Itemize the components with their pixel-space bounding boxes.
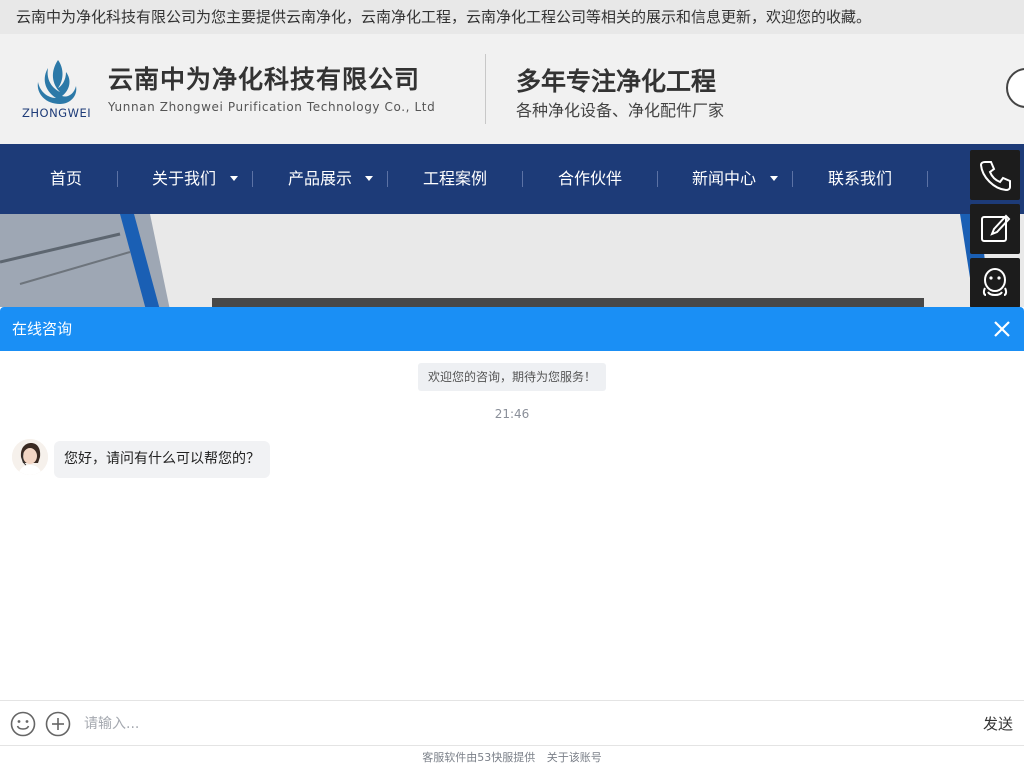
top-notice-bar: 云南中为净化科技有限公司为您主要提供云南净化，云南净化工程，云南净化工程公司等相… <box>0 0 1024 34</box>
welcome-notice: 欢迎您的咨询，期待为您服务！ <box>418 363 606 391</box>
close-icon[interactable] <box>990 317 1014 341</box>
attach-plus-icon[interactable] <box>45 711 71 737</box>
chevron-down-icon[interactable] <box>230 176 238 181</box>
send-button[interactable]: 发送 <box>976 709 1020 739</box>
provider-link[interactable]: 客服软件由53快服提供 <box>422 751 535 764</box>
nav-item-partners[interactable]: 合作伙伴 <box>558 144 622 214</box>
company-name-cn: 云南中为净化科技有限公司 <box>108 65 421 94</box>
header-divider <box>485 54 486 124</box>
chat-title: 在线咨询 <box>12 320 73 338</box>
float-qq-button[interactable] <box>970 258 1020 308</box>
chat-input-bar: 发送 <box>0 700 1024 746</box>
edit-icon <box>981 214 1011 242</box>
qq-icon <box>982 268 1008 296</box>
agent-message-bubble: 您好，请问有什么可以帮您的？ <box>54 441 270 478</box>
nav-divider <box>117 171 118 187</box>
header-qq-icon[interactable] <box>1006 68 1024 108</box>
main-nav: 首页 关于我们 产品展示 工程案例 合作伙伴 新闻中心 联系我们 <box>0 144 1024 214</box>
message-input[interactable] <box>84 709 944 739</box>
chat-header: 在线咨询 <box>0 307 1024 351</box>
company-name-en: Yunnan Zhongwei Purification Technology … <box>108 100 436 114</box>
logo-abbreviation: ZHONGWEI <box>22 106 92 120</box>
site-header: ZHONGWEI 云南中为净化科技有限公司 Yunnan Zhongwei Pu… <box>0 34 1024 144</box>
nav-divider <box>792 171 793 187</box>
phone-icon <box>979 161 1011 192</box>
chat-window: 在线咨询 欢迎您的咨询，期待为您服务！ 21:46 您好，请问有什么可以帮您的？ <box>0 307 1024 768</box>
header-slogan-sub: 各种净化设备、净化配件厂家 <box>516 101 725 120</box>
nav-item-about[interactable]: 关于我们 <box>152 144 216 214</box>
nav-divider <box>252 171 253 187</box>
chevron-down-icon[interactable] <box>365 176 373 181</box>
nav-item-home[interactable]: 首页 <box>50 144 82 214</box>
nav-item-products[interactable]: 产品展示 <box>288 144 352 214</box>
float-message-button[interactable] <box>970 204 1020 254</box>
hero-banner[interactable] <box>0 214 1024 310</box>
float-phone-button[interactable] <box>970 150 1020 200</box>
banner-graphic <box>0 214 1024 310</box>
nav-divider <box>522 171 523 187</box>
nav-divider <box>927 171 928 187</box>
agent-avatar <box>12 439 48 475</box>
nav-divider <box>387 171 388 187</box>
about-account-link[interactable]: 关于该账号 <box>547 751 602 764</box>
message-timestamp: 21:46 <box>494 407 530 421</box>
chevron-down-icon[interactable] <box>770 176 778 181</box>
emoji-icon[interactable] <box>10 711 36 737</box>
nav-item-cases[interactable]: 工程案例 <box>423 144 487 214</box>
chat-footer: 客服软件由53快服提供 关于该账号 <box>0 749 1024 765</box>
nav-item-contact[interactable]: 联系我们 <box>828 144 892 214</box>
nav-divider <box>657 171 658 187</box>
header-slogan: 多年专注净化工程 <box>516 67 717 96</box>
nav-item-news[interactable]: 新闻中心 <box>692 144 756 214</box>
